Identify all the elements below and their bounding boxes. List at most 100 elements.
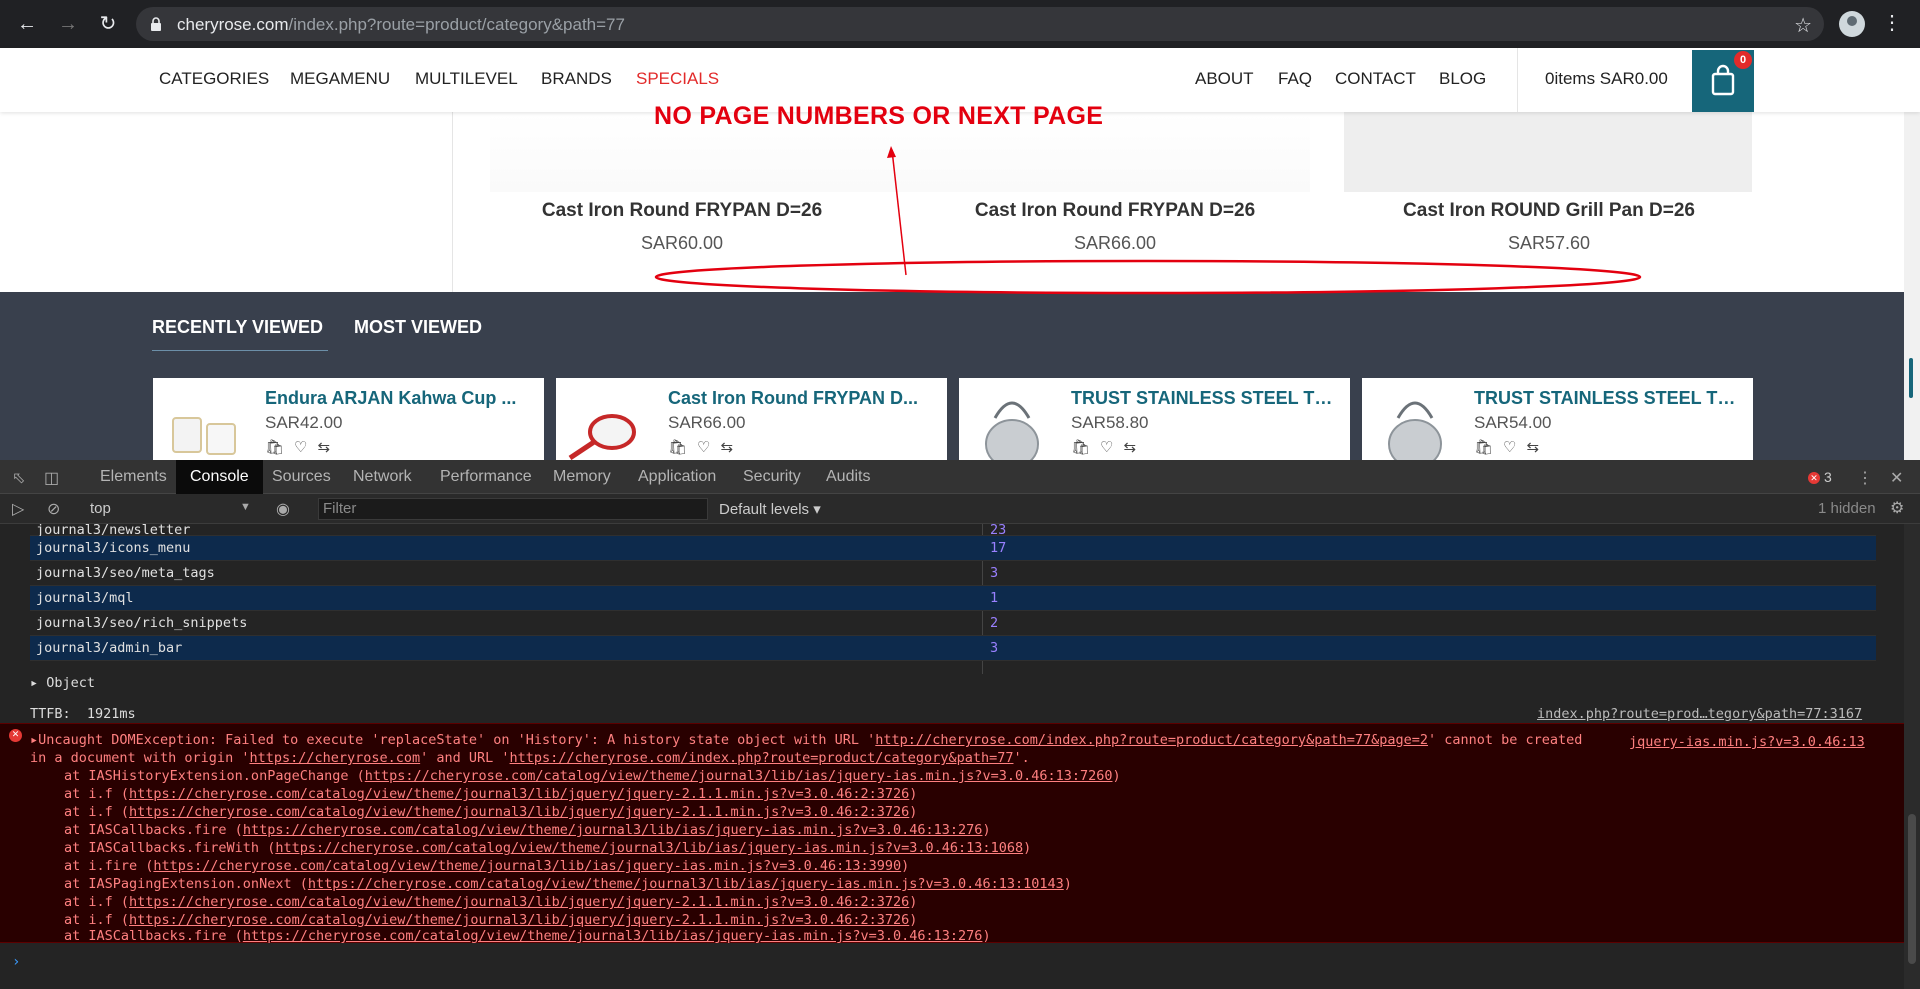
table-row: journal3/newsletter 23 xyxy=(30,523,1876,537)
stack-frame: at i.f (https://cheryrose.com/catalog/vi… xyxy=(64,894,918,910)
inspect-element-icon[interactable]: ⬁ xyxy=(12,468,25,488)
document-url-link[interactable]: https://cheryrose.com/index.php?route=pr… xyxy=(510,750,1014,766)
profile-avatar[interactable] xyxy=(1839,11,1865,37)
bookmark-star-icon[interactable]: ☆ xyxy=(1794,13,1812,38)
tab-most-viewed[interactable]: MOST VIEWED xyxy=(354,317,482,338)
console-scrollbar[interactable] xyxy=(1904,524,1920,989)
stack-frame: at IASCallbacks.fire (https://cheryrose.… xyxy=(64,822,991,838)
tab-recently-viewed[interactable]: RECENTLY VIEWED xyxy=(152,317,323,338)
address-bar[interactable]: cheryrose.com/index.php?route=product/ca… xyxy=(136,7,1824,41)
eye-icon[interactable]: ◉ xyxy=(276,499,290,519)
context-selector[interactable]: top xyxy=(90,500,111,517)
stack-link[interactable]: https://cheryrose.com/catalog/view/theme… xyxy=(129,894,909,910)
tab-performance[interactable]: Performance xyxy=(426,460,546,494)
stack-link[interactable]: https://cheryrose.com/catalog/view/theme… xyxy=(129,786,909,802)
menu-faq[interactable]: FAQ xyxy=(1278,69,1312,89)
teapot-image xyxy=(1388,401,1442,460)
wishlist-heart-icon[interactable]: ♡ xyxy=(1503,439,1516,456)
card-title[interactable]: Endura ARJAN Kahwa Cup ... xyxy=(265,388,535,409)
tab-security[interactable]: Security xyxy=(729,460,815,494)
menu-blog[interactable]: BLOG xyxy=(1439,69,1486,89)
tab-network[interactable]: Network xyxy=(339,460,426,494)
add-to-cart-icon[interactable]: 🛍 xyxy=(265,439,284,456)
cup-image xyxy=(172,417,236,455)
filter-input[interactable]: Filter xyxy=(318,498,708,520)
origin-link[interactable]: https://cheryrose.com xyxy=(249,750,420,766)
menu-specials[interactable]: SPECIALS xyxy=(636,69,719,89)
back-arrow-icon[interactable]: ← xyxy=(15,12,39,36)
scrollbar-thumb[interactable] xyxy=(1908,814,1916,964)
reload-icon[interactable]: ↻ xyxy=(96,12,120,36)
compare-icon[interactable]: ⇆ xyxy=(318,439,331,456)
add-to-cart-icon[interactable]: 🛍 xyxy=(668,439,687,456)
devtools-menu-icon[interactable]: ⋮ xyxy=(1857,468,1873,488)
stack-link[interactable]: https://cheryrose.com/catalog/view/theme… xyxy=(243,822,983,838)
product-card[interactable]: TRUST STAINLESS STEEL TE... SAR58.80 🛍 ♡ ⇆ xyxy=(959,378,1350,460)
card-title[interactable]: Cast Iron Round FRYPAN D... xyxy=(668,388,938,409)
product-price: SAR57.60 xyxy=(1507,233,1591,253)
log-levels-dropdown[interactable]: Default levels ▾ xyxy=(719,500,821,518)
wishlist-heart-icon[interactable]: ♡ xyxy=(294,439,307,456)
stack-link[interactable]: https://cheryrose.com/catalog/view/theme… xyxy=(308,876,1064,892)
product-card[interactable]: Cast Iron Round FRYPAN D... SAR66.00 🛍 ♡ ⇆ xyxy=(556,378,947,460)
product-name[interactable]: Cast Iron Round FRYPAN D=26 xyxy=(482,200,882,222)
console-prompt[interactable]: › xyxy=(12,954,20,970)
cart-summary[interactable]: 0items SAR0.00 xyxy=(1517,48,1754,112)
card-title[interactable]: TRUST STAINLESS STEEL TE... xyxy=(1071,388,1341,409)
card-title[interactable]: TRUST STAINLESS STEEL TE... xyxy=(1474,388,1744,409)
product-image[interactable] xyxy=(1344,112,1752,192)
product-name[interactable]: Cast Iron ROUND Grill Pan D=26 xyxy=(1349,200,1749,222)
url-text: cheryrose.com/index.php?route=product/ca… xyxy=(177,15,625,34)
menu-about[interactable]: ABOUT xyxy=(1195,69,1254,89)
stack-link[interactable]: https://cheryrose.com/catalog/view/theme… xyxy=(153,858,901,874)
compare-icon[interactable]: ⇆ xyxy=(1527,439,1540,456)
menu-megamenu[interactable]: MEGAMENU xyxy=(290,69,390,89)
stack-link[interactable]: https://cheryrose.com/catalog/view/theme… xyxy=(243,928,983,944)
tab-elements[interactable]: Elements xyxy=(86,460,181,494)
product-name[interactable]: Cast Iron Round FRYPAN D=26 xyxy=(915,200,1315,222)
tab-memory[interactable]: Memory xyxy=(539,460,625,494)
hidden-count: 1 hidden xyxy=(1818,500,1876,517)
tab-audits[interactable]: Audits xyxy=(812,460,884,494)
menu-contact[interactable]: CONTACT xyxy=(1335,69,1416,89)
stack-link[interactable]: https://cheryrose.com/catalog/view/theme… xyxy=(365,768,1113,784)
close-icon[interactable]: ✕ xyxy=(1890,468,1903,488)
stack-link[interactable]: https://cheryrose.com/catalog/view/theme… xyxy=(129,804,909,820)
stack-frame: at i.f (https://cheryrose.com/catalog/vi… xyxy=(64,912,918,928)
error-source-link[interactable]: jquery-ias.min.js?v=3.0.46:13 xyxy=(1629,734,1865,750)
menu-brands[interactable]: BRANDS xyxy=(541,69,612,89)
error-url-link[interactable]: http://cheryrose.com/index.php?route=pro… xyxy=(875,732,1428,748)
wishlist-heart-icon[interactable]: ♡ xyxy=(697,439,710,456)
console-table: journal3/newsletter 23 journal3/icons_men… xyxy=(30,523,1876,674)
stack-link[interactable]: https://cheryrose.com/catalog/view/theme… xyxy=(275,840,1023,856)
menu-categories[interactable]: CATEGORIES xyxy=(159,69,269,89)
menu-multilevel[interactable]: MULTILEVEL xyxy=(415,69,518,89)
error-counter[interactable]: ✕ 3 xyxy=(1808,469,1832,485)
compare-icon[interactable]: ⇆ xyxy=(721,439,734,456)
triangle-right-icon[interactable]: ▸ xyxy=(30,732,38,748)
tab-sources[interactable]: Sources xyxy=(258,460,345,494)
sidebar-toggle-icon[interactable]: ▷ xyxy=(12,499,24,519)
stack-link[interactable]: https://cheryrose.com/catalog/view/theme… xyxy=(129,912,909,928)
clear-console-icon[interactable]: ⊘ xyxy=(47,499,60,519)
table-row: journal3/seo/meta_tags 3 xyxy=(30,561,1876,586)
device-toolbar-icon[interactable]: ◫ xyxy=(44,468,59,488)
sidebar-divider xyxy=(452,112,453,292)
tab-application[interactable]: Application xyxy=(624,460,730,494)
scrollbar-thumb[interactable] xyxy=(1909,358,1913,398)
product-card[interactable]: TRUST STAINLESS STEEL TE... SAR54.00 🛍 ♡ ⇆ xyxy=(1362,378,1753,460)
product-price: SAR66.00 xyxy=(1073,233,1157,253)
wishlist-heart-icon[interactable]: ♡ xyxy=(1100,439,1113,456)
settings-gear-icon[interactable]: ⚙ xyxy=(1890,498,1904,518)
product-card[interactable]: Endura ARJAN Kahwa Cup ... SAR42.00 🛍 ♡ ⇆ xyxy=(153,378,544,460)
product-grid: Cast Iron Round FRYPAN D=26 SAR60.00 Cas… xyxy=(0,112,1920,292)
browser-toolbar: ← → ↻ cheryrose.com/index.php?route=prod… xyxy=(0,0,1920,48)
add-to-cart-icon[interactable]: 🛍 xyxy=(1474,439,1493,456)
forward-arrow-icon[interactable]: → xyxy=(56,12,80,36)
log-source-link[interactable]: index.php?route=prod…tegory&path=77:3167 xyxy=(1537,706,1862,722)
tab-console[interactable]: Console xyxy=(176,460,263,494)
browser-menu-icon[interactable]: ⋮ xyxy=(1882,10,1902,35)
object-expander[interactable]: ▸ Object xyxy=(30,675,95,691)
compare-icon[interactable]: ⇆ xyxy=(1124,439,1137,456)
add-to-cart-icon[interactable]: 🛍 xyxy=(1071,439,1090,456)
